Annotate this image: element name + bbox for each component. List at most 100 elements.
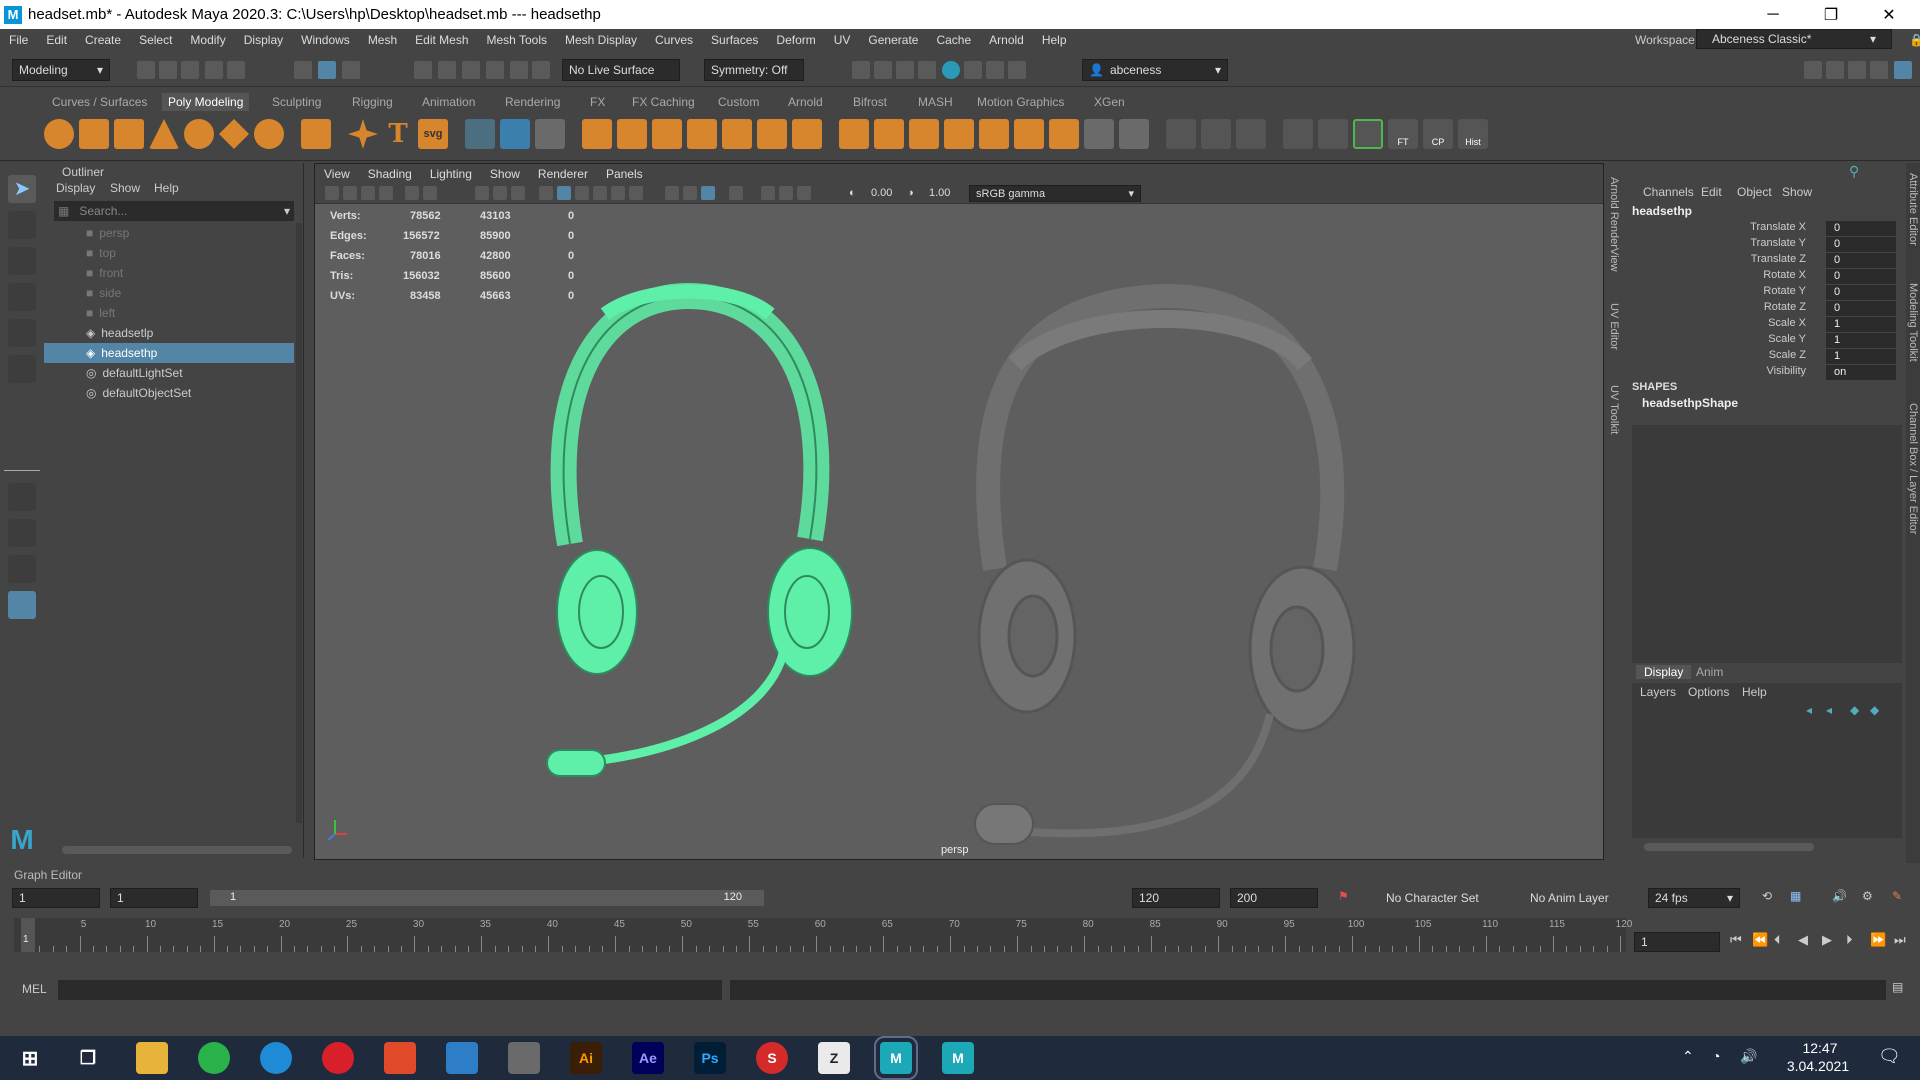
menu-edit-mesh[interactable]: Edit Mesh [406, 33, 477, 47]
step-forward-frame-icon[interactable]: ⏵ [1846, 932, 1853, 948]
smooth-shade-icon[interactable] [557, 186, 571, 200]
exposure-toggle-icon[interactable] [797, 186, 811, 200]
depth-of-field-icon[interactable] [779, 186, 793, 200]
clock-time[interactable]: 12:47 [1790, 1040, 1850, 1056]
playback-options-icon[interactable]: ⚙ [1862, 889, 1873, 903]
windows-start-icon[interactable]: ⊞ [14, 1042, 46, 1074]
save-scene-icon[interactable] [181, 61, 199, 79]
channel-row[interactable]: Rotate X 0 [1626, 269, 1901, 285]
current-frame-field[interactable]: 1 [1634, 932, 1720, 952]
menu-mesh[interactable]: Mesh [359, 33, 406, 47]
channel-value[interactable]: 1 [1826, 333, 1896, 348]
channel-value[interactable]: 0 [1826, 301, 1896, 316]
channel-row[interactable]: Translate X 0 [1626, 221, 1901, 237]
channel-value[interactable]: 0 [1826, 269, 1896, 284]
animation-end-field[interactable]: 200 [1230, 888, 1318, 908]
list-item[interactable]: ■ front [44, 263, 294, 283]
animation-preferences-icon[interactable]: ✎ [1892, 889, 1902, 903]
colorspace-dropdown[interactable]: sRGB gamma ▾ [969, 185, 1141, 202]
list-item[interactable]: ◎ defaultLightSet [44, 363, 294, 383]
photoshop-icon[interactable]: Ps [694, 1042, 726, 1074]
viewport-3d-view[interactable]: Verts: 78562 43103 0 Edges: 156572 85900… [315, 204, 1603, 859]
user-dropdown[interactable]: 👤 abceness ▾ [1082, 59, 1228, 81]
play-forwards-icon[interactable]: ▶ [1822, 932, 1832, 948]
playback-end-field[interactable]: 120 [1132, 888, 1220, 908]
poly-sphere-icon[interactable] [44, 119, 74, 149]
tab-channel-box[interactable]: Channel Box / Layer Editor [1907, 403, 1919, 534]
menu-edit[interactable]: Edit [37, 33, 76, 47]
poly-cone-icon[interactable] [149, 119, 179, 149]
select-tool-icon[interactable]: ➤ [8, 175, 36, 203]
planar-map-icon[interactable] [1084, 119, 1114, 149]
menu-curves[interactable]: Curves [646, 33, 702, 47]
render-current-icon[interactable] [852, 61, 870, 79]
open-scene-icon[interactable] [159, 61, 177, 79]
channel-box-icon[interactable] [1870, 61, 1888, 79]
workspace-dropdown[interactable]: Abceness Classic* ▾ [1696, 29, 1892, 49]
lock-icon[interactable]: 🔒 [1900, 33, 1920, 47]
script-editor-icon[interactable]: ▤ [1892, 980, 1903, 994]
whatsapp-icon[interactable] [198, 1042, 230, 1074]
wireframe-on-shaded-icon[interactable] [575, 186, 589, 200]
channel-menu-show[interactable]: Show [1782, 185, 1812, 199]
channel-menu-edit[interactable]: Edit [1701, 185, 1722, 199]
graph-editor-label[interactable]: Graph Editor [14, 868, 82, 882]
bridge-icon[interactable] [617, 119, 647, 149]
arnold-render-icon[interactable] [964, 61, 982, 79]
menu-file[interactable]: File [0, 33, 37, 47]
new-layer-icon[interactable]: ◆ [1850, 703, 1859, 717]
lasso-tool-icon[interactable] [8, 211, 36, 239]
goto-start-icon[interactable]: ⏮ [1730, 932, 1742, 948]
merge-icon[interactable] [757, 119, 787, 149]
move-tool-icon[interactable] [8, 283, 36, 311]
move-layer-down-icon[interactable]: ◂ [1826, 703, 1832, 717]
tab-display[interactable]: Display [1636, 665, 1692, 679]
tab-arnold[interactable]: Arnold [788, 93, 823, 111]
network-icon[interactable]: ◔ [1712, 1048, 1720, 1064]
autodesk-sketch-icon[interactable] [384, 1042, 416, 1074]
safe-title-icon[interactable] [511, 186, 525, 200]
tab-sculpting[interactable]: Sculpting [272, 93, 321, 111]
viewport-menu-show[interactable]: Show [481, 167, 529, 181]
shadows-icon[interactable] [665, 186, 679, 200]
notifications-icon[interactable]: 🗨 [1878, 1046, 1901, 1067]
list-item[interactable]: ■ left [44, 303, 294, 323]
undo-icon[interactable] [205, 61, 223, 79]
tab-rigging[interactable]: Rigging [352, 93, 393, 111]
headset-wireframe-model[interactable] [546, 282, 853, 777]
reduce-icon[interactable] [1014, 119, 1044, 149]
mode-dropdown[interactable]: Modeling ▾ [12, 59, 110, 81]
pause-icon[interactable] [1008, 61, 1026, 79]
channel-row[interactable]: Translate Z 0 [1626, 253, 1901, 269]
menu-display[interactable]: Display [235, 33, 292, 47]
channel-value[interactable]: 0 [1826, 285, 1896, 300]
tab-uv-toolkit[interactable]: UV Toolkit [1608, 385, 1620, 434]
tab-fx-caching[interactable]: FX Caching [632, 93, 695, 111]
viewport-menu-panels[interactable]: Panels [597, 167, 652, 181]
poly-torus-icon[interactable] [184, 119, 214, 149]
tab-uv-editor[interactable]: UV Editor [1608, 303, 1620, 350]
list-item-selected[interactable]: ◈ headsethp [44, 343, 294, 363]
scale-tool-icon[interactable] [8, 355, 36, 383]
delete-history-icon[interactable]: Hist [1458, 119, 1488, 149]
clock-date[interactable]: 3.04.2021 [1776, 1058, 1860, 1074]
list-item[interactable]: ■ top [44, 243, 294, 263]
separate-icon[interactable] [500, 119, 530, 149]
isolate-select-icon[interactable] [701, 186, 715, 200]
select-hierarchy-icon[interactable] [294, 61, 312, 79]
multi-cut-icon[interactable] [839, 119, 869, 149]
outliner-layout-icon[interactable] [8, 591, 36, 619]
menu-modify[interactable]: Modify [181, 33, 234, 47]
crease-icon[interactable] [1236, 119, 1266, 149]
hypershade-icon[interactable] [918, 61, 936, 79]
super-shape-icon[interactable] [348, 119, 378, 149]
extrude-icon[interactable] [582, 119, 612, 149]
platonic-solid-icon[interactable] [301, 119, 331, 149]
substance-icon[interactable]: S [756, 1042, 788, 1074]
channel-row[interactable]: Rotate Z 0 [1626, 301, 1901, 317]
render-view-icon[interactable] [942, 61, 960, 79]
close-button[interactable]: ✕ [1860, 0, 1918, 29]
channel-row[interactable]: Visibility on [1626, 365, 1901, 381]
render-settings-icon[interactable] [896, 61, 914, 79]
edge-flow-icon[interactable] [1166, 119, 1196, 149]
